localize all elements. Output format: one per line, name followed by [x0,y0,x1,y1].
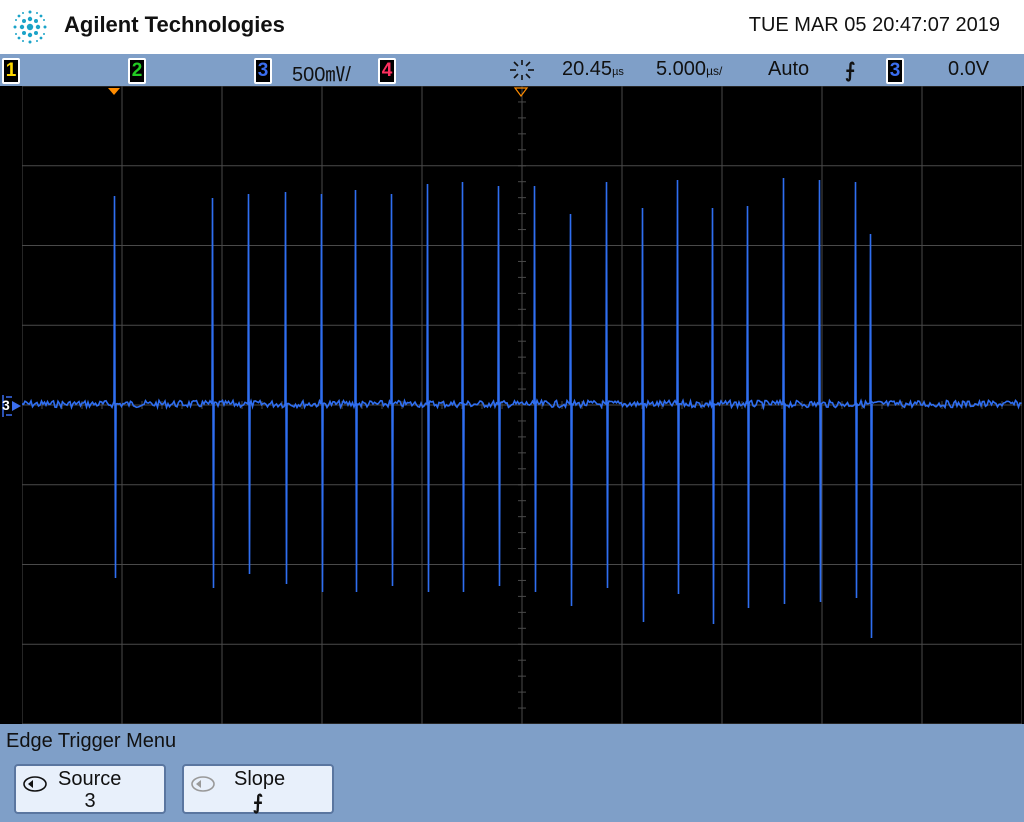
source-softkey-value: 3 [84,790,96,812]
trigger-level-marker [513,87,529,97]
time-scale-unit: µs/ [706,64,723,78]
time-delay-value: 20.45 [562,58,613,80]
trigger-mode: Auto [768,58,810,80]
trigger-slope-icon: ⨍ [845,60,856,82]
source-softkey-label: Source [58,768,122,790]
slope-softkey-value: ⨍ [252,792,264,814]
source-softkey[interactable]: Source 3 [14,764,166,814]
time-scale-value: 5.000 [656,58,707,80]
channel-3-scale: 500㎷/ [292,64,351,86]
trigger-position-marker [108,88,120,95]
channel-1-indicator[interactable]: 1 [2,58,20,84]
trigger-level: 0.0V [948,58,990,80]
time-delay-unit: µs [612,66,624,78]
ground-marker-label: 3 [2,397,10,413]
time-reference-icon [510,60,534,80]
slope-softkey-label: Slope [234,768,286,790]
softkey-menu: Edge Trigger Menu Source 3 Slope ⨍ [0,724,1024,822]
waveform-display[interactable] [22,86,1022,724]
slope-softkey[interactable]: Slope ⨍ [182,764,334,814]
agilent-spark-logo [13,10,47,44]
brand-name: Agilent Technologies [64,12,285,37]
time-delay: 20.45µs [562,58,624,81]
status-bar: 1 2 3 500㎷/ 4 20.45µs 5.000µs/ Auto ⨍ 3 … [0,54,1024,86]
menu-title: Edge Trigger Menu [6,730,177,752]
channel-3-indicator[interactable]: 3 [254,58,272,84]
title-bar: Agilent Technologies TUE MAR 05 20:47:07… [0,0,1024,54]
time-scale: 5.000µs/ [656,58,722,81]
channel-3-ground-marker: 3 [0,393,22,419]
channel-4-indicator[interactable]: 4 [378,58,396,84]
channel-2-indicator[interactable]: 2 [128,58,146,84]
trigger-source-indicator[interactable]: 3 [886,58,904,84]
date-time: TUE MAR 05 20:47:07 2019 [748,14,1000,36]
